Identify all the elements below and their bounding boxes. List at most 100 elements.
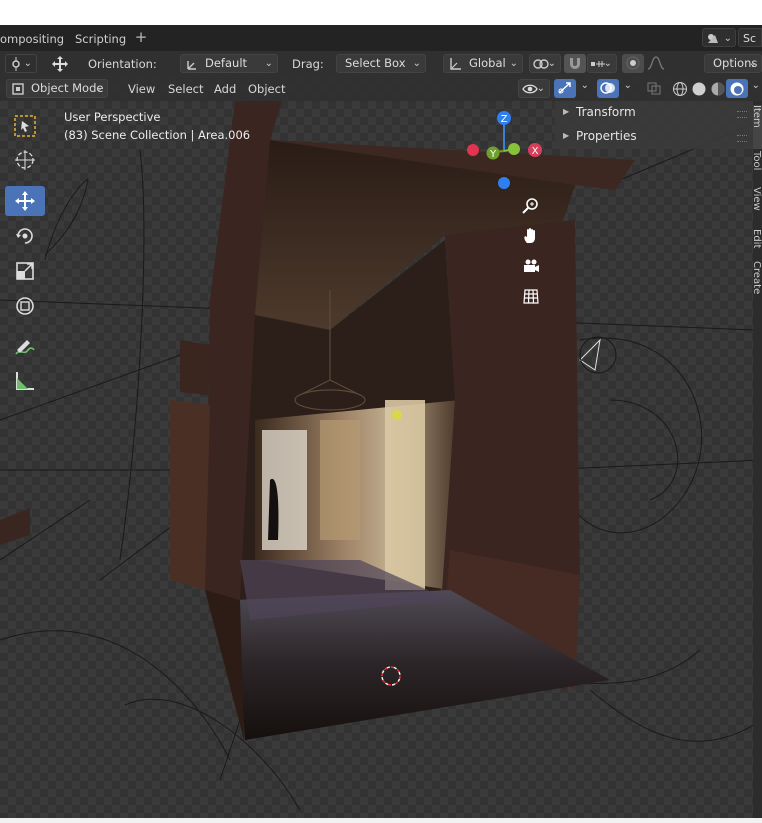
camera-view-button[interactable] (518, 254, 544, 280)
zoom-icon (522, 198, 538, 214)
gizmo-negative-z[interactable] (498, 177, 510, 189)
gizmo-x-label: X (532, 146, 539, 157)
eye-icon (522, 84, 538, 94)
sidebar-panel: ▶ Transform ▶ Properties (555, 101, 753, 149)
measure-icon (16, 372, 34, 390)
menu-view[interactable]: View (128, 80, 155, 98)
menu-object[interactable]: Object (248, 80, 285, 98)
shading-dropdown[interactable]: ⌄ (746, 79, 762, 98)
sidebar-tab-item[interactable]: Item (753, 105, 762, 149)
gizmo-negative-x[interactable] (467, 144, 479, 156)
select-box-icon (14, 115, 36, 137)
sidebar-tab-create[interactable]: Create (753, 261, 762, 301)
move-arrows-icon (52, 56, 68, 72)
falloff-curve-icon (647, 56, 665, 70)
link-pivot-icon (533, 59, 549, 69)
expand-arrow-icon: ▶ (563, 131, 570, 140)
sidebar-tab-view-label: View (753, 187, 762, 211)
sidebar-tab-edit[interactable]: Edit (753, 229, 762, 259)
scale-tool[interactable] (5, 256, 45, 286)
cursor-tool[interactable] (5, 145, 45, 175)
sidebar-tabs: Item Tool View Edit Create (753, 101, 762, 818)
scale-icon (16, 262, 34, 280)
cursor-icon (15, 150, 35, 170)
menu-select[interactable]: Select (168, 80, 203, 98)
move-tool[interactable] (5, 186, 45, 216)
transform-section[interactable]: ▶ Transform (555, 102, 753, 125)
grid-ortho-icon (523, 289, 539, 304)
navigation-gizmo[interactable]: Z Y X (462, 108, 552, 193)
proportional-dot-icon (626, 56, 640, 70)
rotate-tool[interactable] (5, 221, 45, 251)
tab-compositing[interactable]: ompositing (0, 28, 70, 50)
move-tool-icon[interactable] (48, 54, 70, 73)
magnet-icon (570, 58, 580, 69)
snap-toggle[interactable] (564, 54, 586, 73)
add-workspace-button[interactable]: + (132, 27, 150, 49)
xray-icon (647, 82, 661, 95)
drag-handle-icon[interactable] (737, 111, 747, 118)
drag-handle-icon[interactable] (737, 135, 747, 142)
annotate-icon (15, 340, 35, 355)
scene-selector[interactable]: ⌄ (702, 28, 736, 47)
sidebar-tab-tool-label: Tool (753, 151, 762, 171)
scene-name-text: Sc (743, 32, 757, 45)
ortho-toggle-button[interactable] (518, 284, 544, 310)
orientation-value: Default (205, 56, 248, 70)
drag-value: Select Box (345, 56, 406, 70)
global-axis-icon (450, 58, 461, 70)
gizmo-z-label: Z (501, 114, 508, 125)
viewport-header: Object Mode ⌄ View Select Add Object ⌄ ⌄… (0, 76, 762, 101)
drag-dropdown[interactable]: Select Box ⌄ (336, 54, 426, 73)
select-box-tool[interactable] (5, 111, 45, 141)
annotate-tool[interactable] (5, 332, 45, 362)
wireframe-sphere-icon (673, 82, 687, 96)
orientation-icon (187, 61, 196, 70)
orientation-label: Orientation: (88, 57, 157, 71)
sidebar-tab-view[interactable]: View (753, 187, 762, 227)
falloff-dropdown[interactable] (644, 54, 674, 73)
mode-value: Object Mode (31, 81, 104, 95)
properties-section-label: Properties (576, 129, 637, 143)
rendered-sphere-icon (730, 82, 744, 96)
rotate-icon (16, 228, 33, 244)
measure-tool[interactable] (5, 366, 45, 396)
3d-viewport[interactable]: User Perspective (83) Scene Collection |… (0, 101, 762, 818)
orientation-dropdown[interactable]: Default ⌄ (180, 54, 278, 73)
scene-render (0, 101, 762, 811)
scene-icon (708, 34, 718, 43)
transform-orientation-value: Global (469, 56, 506, 70)
xray-toggle[interactable] (643, 79, 665, 98)
options-dropdown[interactable]: Options ⌄ (704, 54, 762, 73)
proportional-edit-toggle[interactable] (622, 54, 644, 73)
gizmo-icon (558, 82, 571, 94)
workspace-tabs-bar: ompositing Scripting + ⌄ Sc (0, 25, 762, 51)
gizmo-toggle[interactable] (554, 79, 576, 98)
sidebar-tab-create-label: Create (753, 261, 762, 295)
window-bottom-margin (0, 818, 762, 823)
gizmo-dropdown[interactable]: ⌄ (576, 79, 592, 98)
camera-icon (524, 259, 539, 272)
view-perspective-label: User Perspective (64, 110, 161, 124)
transform-tool[interactable] (5, 291, 45, 321)
properties-section[interactable]: ▶ Properties (555, 126, 753, 149)
pan-button[interactable] (518, 223, 544, 249)
sidebar-tab-tool[interactable]: Tool (753, 151, 762, 185)
shading-rendered[interactable] (726, 79, 748, 98)
gizmo-negative-y[interactable] (508, 143, 520, 155)
menu-add[interactable]: Add (214, 80, 236, 98)
tab-scripting[interactable]: Scripting (69, 28, 132, 50)
overlays-toggle[interactable] (597, 79, 619, 98)
pivot-dropdown[interactable]: ⌄ (529, 54, 561, 73)
pivot-point-dropdown[interactable]: ⌄ (5, 54, 37, 73)
zoom-button[interactable] (518, 193, 544, 219)
drag-label: Drag: (292, 57, 324, 71)
visibility-dropdown[interactable]: ⌄ (518, 79, 550, 98)
pivot-icon (12, 57, 20, 71)
overlays-dropdown[interactable]: ⌄ (619, 79, 635, 98)
transform-orientation-dropdown[interactable]: Global ⌄ (443, 54, 523, 73)
scene-name-field[interactable]: Sc (738, 28, 762, 47)
solid-sphere-icon (692, 82, 706, 96)
mode-dropdown[interactable]: Object Mode ⌄ (6, 79, 108, 98)
snap-target-dropdown[interactable]: ⌄ (587, 54, 617, 73)
